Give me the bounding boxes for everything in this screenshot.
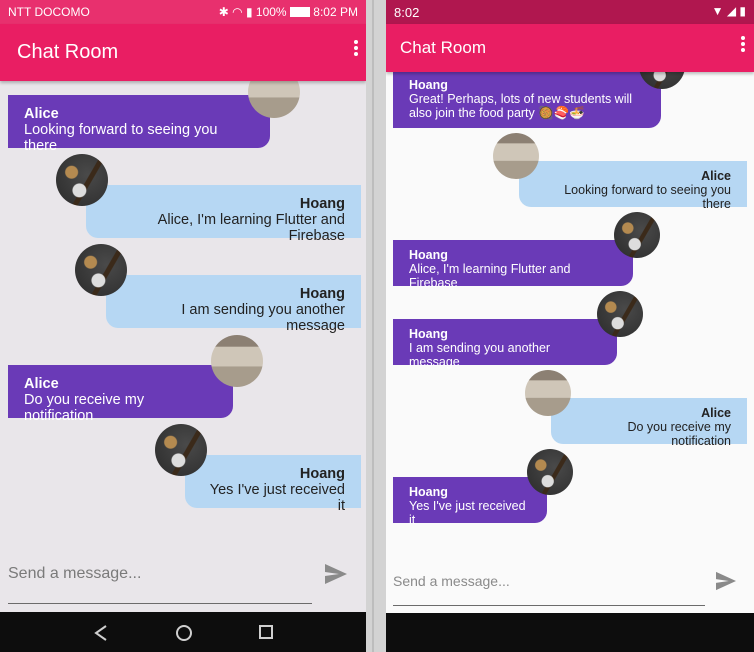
right-phone-screen: 8:02 ▼ ◢ ▮ Chat Room Hoang Great! Perhap… [386, 0, 754, 652]
input-underline [393, 605, 705, 606]
sender-name: Hoang [299, 196, 345, 212]
message-bubble: Hoang Yes I've just received it [185, 455, 361, 514]
wifi-icon: ◠ [232, 5, 243, 19]
message-input[interactable]: Send a message... [393, 573, 510, 589]
send-icon[interactable] [715, 571, 737, 596]
sender-name: Hoang [299, 466, 345, 482]
message-text: Looking forward to seeing you there [24, 122, 218, 154]
message-bubble: Alice Looking forward to seeing you ther… [519, 161, 747, 211]
recents-icon[interactable] [258, 624, 274, 640]
message-text: I am sending you another message [181, 302, 345, 334]
avatar [211, 335, 263, 387]
avatar [493, 133, 539, 179]
avatar [614, 212, 660, 258]
sender-name: Hoang [409, 485, 448, 499]
wifi-icon: ▼ [711, 4, 724, 18]
message-bubble: Hoang I am sending you another message [106, 275, 361, 334]
sender-name: Alice [701, 169, 731, 183]
bluetooth-icon: ✱ [218, 5, 229, 19]
avatar [525, 370, 571, 416]
sender-name: Alice [24, 106, 59, 122]
clock: 8:02 [394, 5, 420, 20]
message-text: Do you receive my notification [24, 392, 145, 424]
status-right: ✱ ◠ ▮ 100% 8:02 PM [219, 5, 358, 19]
message-bubble: Hoang Alice, I'm learning Flutter and Fi… [393, 240, 633, 290]
sender-name: Hoang [409, 78, 448, 92]
message-text: Yes I've just received it [409, 499, 526, 527]
system-nav-bar [386, 613, 754, 652]
carrier-label: NTT DOCOMO [8, 5, 90, 19]
message-bubble: Alice Looking forward to seeing you ther… [8, 95, 270, 154]
message-bubble: Alice Do you receive my notification [551, 398, 747, 448]
battery-percent: 100% [255, 5, 287, 19]
sender-name: Hoang [409, 248, 448, 262]
message-bubble: Alice Do you receive my notification [8, 365, 233, 424]
sender-name: Alice [701, 406, 731, 420]
message-text: Looking forward to seeing you there [564, 183, 731, 211]
message-text: Alice, I'm learning Flutter and Firebase [157, 212, 345, 244]
back-icon[interactable] [94, 625, 108, 641]
app-title: Chat Room [400, 38, 486, 57]
avatar [75, 244, 127, 296]
system-nav-bar [0, 612, 366, 652]
message-text: Alice, I'm learning Flutter and Firebase [409, 262, 571, 290]
signal-icon: ▮ [245, 5, 253, 19]
screen-divider [366, 0, 386, 652]
message-bubble: Hoang Great! Perhaps, lots of new studen… [393, 72, 661, 128]
status-right: ▼ ◢ ▮ [712, 4, 746, 18]
message-text-line-2: also join the food party 🥘🍣🍜 [409, 106, 585, 120]
message-bubble: Hoang Alice, I'm learning Flutter and Fi… [86, 185, 361, 244]
status-bar: 8:02 ▼ ◢ ▮ [386, 0, 754, 24]
avatar [56, 154, 108, 206]
message-text: Do you receive my notification [627, 420, 731, 448]
message-text: Great! Perhaps, lots of new students wil… [409, 92, 633, 106]
left-phone-screen: NTT DOCOMO ✱ ◠ ▮ 100% 8:02 PM Chat Room … [0, 0, 366, 652]
input-underline [8, 603, 312, 604]
sender-name: Hoang [299, 286, 345, 302]
send-icon[interactable] [324, 563, 348, 590]
message-input[interactable]: Send a message... [8, 565, 141, 583]
app-bar: Chat Room [386, 24, 754, 72]
more-vert-icon[interactable] [354, 40, 358, 58]
message-text: I am sending you another message [409, 341, 551, 369]
sender-name: Hoang [409, 327, 448, 341]
avatar [155, 424, 207, 476]
avatar [527, 449, 573, 495]
app-title: Chat Room [17, 41, 119, 63]
battery-icon [289, 7, 310, 17]
battery-icon: ▮ [739, 4, 746, 18]
signal-icon: ◢ [726, 4, 737, 18]
more-vert-icon[interactable] [741, 36, 745, 54]
message-bubble: Hoang I am sending you another message [393, 319, 617, 369]
sender-name: Alice [24, 376, 59, 392]
avatar [597, 291, 643, 337]
message-bubble: Hoang Yes I've just received it [393, 477, 547, 527]
app-bar: Chat Room [0, 24, 366, 81]
clock: 8:02 PM [313, 5, 358, 19]
home-icon[interactable] [175, 624, 193, 642]
status-bar: NTT DOCOMO ✱ ◠ ▮ 100% 8:02 PM [0, 0, 366, 24]
message-text: Yes I've just received it [209, 482, 345, 514]
